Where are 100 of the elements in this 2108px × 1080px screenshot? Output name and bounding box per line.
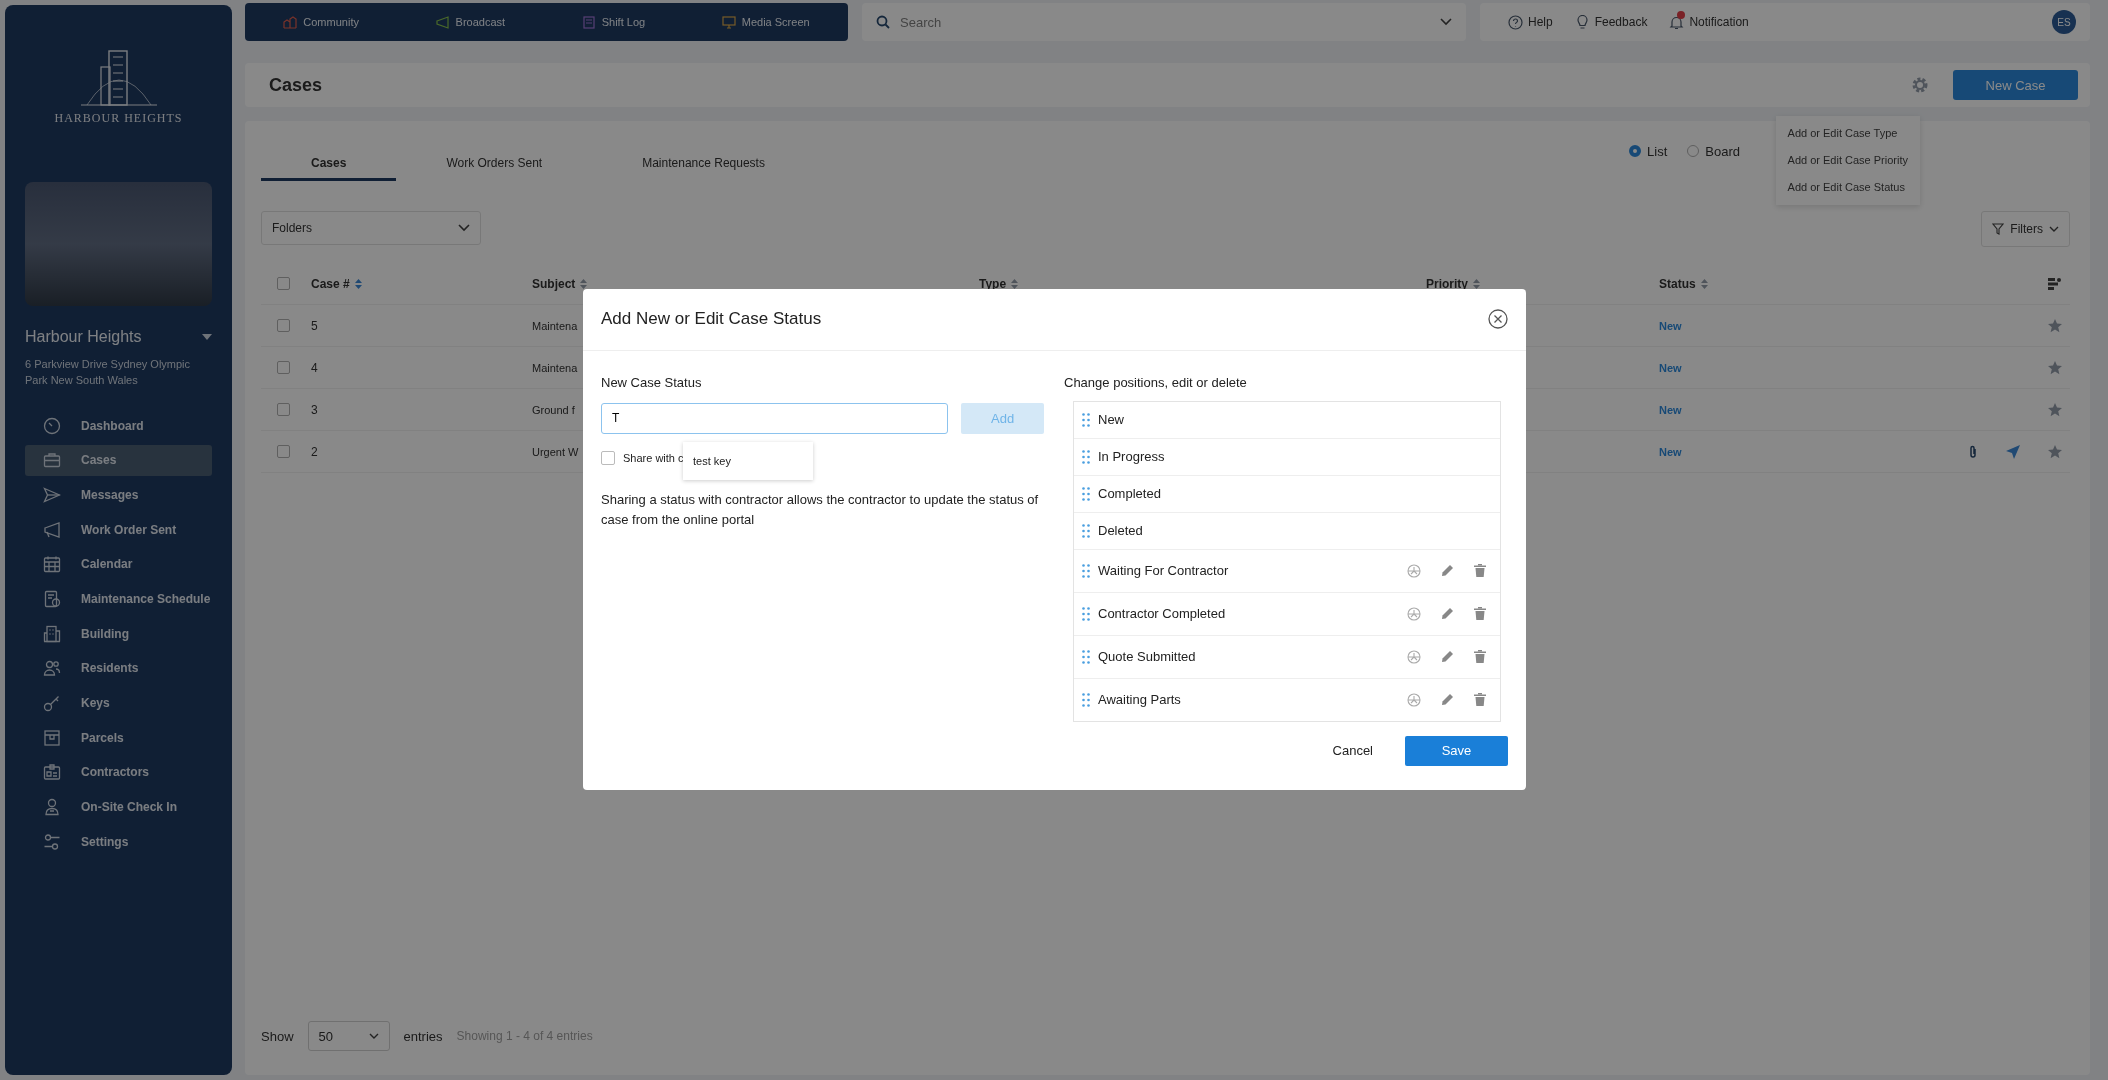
share-icon[interactable]	[1407, 649, 1421, 664]
send-icon[interactable]	[2006, 444, 2020, 459]
radio-button[interactable]	[1629, 145, 1642, 157]
pencil-icon[interactable]	[1441, 693, 1454, 707]
share-icon[interactable]	[1407, 563, 1421, 578]
status-row[interactable]: Waiting For Contractor	[1074, 549, 1500, 593]
status-row[interactable]: Completed	[1074, 475, 1500, 513]
settings-icon[interactable]	[1911, 76, 1929, 94]
suggestion-item[interactable]: test key	[693, 454, 731, 467]
column-header[interactable]: Status	[1659, 276, 1950, 291]
star-icon[interactable]	[2048, 444, 2062, 459]
status-link[interactable]: New	[1659, 319, 1682, 332]
nav-item[interactable]: Cases	[25, 444, 212, 476]
quick-link[interactable]: Community	[283, 15, 359, 29]
nav-item[interactable]: Dashboard	[25, 410, 212, 441]
quick-link[interactable]: Media Screen	[721, 15, 810, 29]
people-icon	[43, 659, 61, 678]
star-icon[interactable]	[2048, 360, 2062, 375]
header-action-link[interactable]: Help	[1508, 14, 1553, 30]
paperclip-icon[interactable]	[1968, 444, 1978, 459]
cancel-button[interactable]: Cancel	[1324, 737, 1381, 765]
row-checkbox[interactable]	[277, 403, 290, 416]
nav-item[interactable]: Maintenance Schedule	[25, 583, 212, 615]
share-icon[interactable]	[1407, 692, 1421, 707]
dropdown-caret-icon[interactable]	[202, 334, 212, 340]
user-avatar[interactable]: ES	[2052, 10, 2076, 34]
quick-link[interactable]: Shift Log	[581, 15, 646, 29]
drag-handle-icon[interactable]	[1082, 563, 1090, 578]
pencil-icon[interactable]	[1441, 564, 1454, 578]
send-icon	[43, 485, 61, 504]
status-link[interactable]: New	[1659, 445, 1682, 458]
close-icon[interactable]	[1488, 309, 1508, 330]
pencil-icon[interactable]	[1441, 650, 1454, 664]
bell-icon	[1669, 14, 1685, 30]
nav-item[interactable]: Messages	[25, 479, 212, 511]
status-row[interactable]: In Progress	[1074, 438, 1500, 476]
quick-link[interactable]: Broadcast	[435, 15, 506, 29]
nav-item[interactable]: On-Site Check In	[25, 791, 212, 823]
columns-settings-icon[interactable]	[2048, 277, 2062, 290]
tab[interactable]: Maintenance Requests	[592, 156, 815, 181]
status-row[interactable]: Contractor Completed	[1074, 592, 1500, 636]
trash-icon[interactable]	[1474, 693, 1486, 707]
status-link[interactable]: New	[1659, 403, 1682, 416]
calendar-icon	[43, 555, 61, 574]
tab[interactable]: Cases	[261, 156, 397, 181]
search-input[interactable]: Search	[898, 13, 1432, 31]
column-header[interactable]: Case #	[311, 276, 532, 291]
trash-icon[interactable]	[1474, 564, 1486, 578]
nav-item[interactable]: Building	[25, 618, 212, 650]
star-icon[interactable]	[2048, 318, 2062, 333]
nav-item[interactable]: Work Order Sent	[25, 514, 212, 546]
drag-handle-icon[interactable]	[1082, 412, 1090, 427]
status-row[interactable]: Awaiting Parts	[1074, 678, 1500, 721]
row-checkbox[interactable]	[277, 361, 290, 374]
row-checkbox[interactable]	[277, 445, 290, 458]
header-action-link[interactable]: Notification	[1669, 14, 1749, 30]
drag-handle-icon[interactable]	[1082, 449, 1090, 464]
share-icon[interactable]	[1407, 606, 1421, 621]
star-icon[interactable]	[2048, 402, 2062, 417]
subject-text: Maintena	[532, 361, 578, 374]
column-header[interactable]: Subject	[532, 276, 979, 291]
nav-item[interactable]: Settings	[25, 826, 212, 858]
folders-dropdown[interactable]: Folders	[261, 211, 481, 245]
row-checkbox[interactable]	[277, 319, 290, 332]
briefcase-icon	[43, 451, 61, 470]
save-button[interactable]: Save	[1405, 735, 1508, 766]
drag-handle-icon[interactable]	[1082, 486, 1090, 501]
case-status-input[interactable]: T	[601, 402, 949, 434]
building-icon	[43, 624, 61, 643]
nav-item[interactable]: Residents	[25, 652, 212, 684]
menu-item[interactable]: Add or Edit Case Priority	[1775, 147, 1920, 174]
menu-item[interactable]: Add or Edit Case Type	[1775, 120, 1920, 147]
filters-button[interactable]: Filters	[1981, 211, 2070, 247]
nav-item[interactable]: Keys	[25, 687, 212, 719]
header-action-link[interactable]: Feedback	[1574, 14, 1648, 30]
nav-item[interactable]: Parcels	[25, 722, 212, 754]
column-header[interactable]: Priority	[1426, 276, 1659, 291]
sliders-icon	[43, 832, 61, 851]
tab[interactable]: Work Orders Sent	[396, 156, 593, 181]
drag-handle-icon[interactable]	[1082, 649, 1090, 664]
status-row[interactable]: New	[1074, 401, 1500, 439]
drag-handle-icon[interactable]	[1082, 523, 1090, 538]
share-label: Share with c	[623, 451, 684, 464]
nav-item[interactable]: Calendar	[25, 548, 212, 580]
drag-handle-icon[interactable]	[1082, 606, 1090, 621]
pencil-icon[interactable]	[1441, 607, 1454, 621]
search-field[interactable]: Search	[862, 3, 1466, 41]
page-size-dropdown[interactable]: 50	[307, 1021, 390, 1051]
share-checkbox[interactable]	[601, 450, 615, 465]
trash-icon[interactable]	[1474, 650, 1486, 664]
chevron-down-icon	[2049, 226, 2059, 232]
drag-handle-icon[interactable]	[1082, 692, 1090, 707]
status-link[interactable]: New	[1659, 361, 1682, 374]
new-case-button[interactable]: New Case	[1953, 70, 2078, 100]
status-row[interactable]: Deleted	[1074, 512, 1500, 550]
status-row[interactable]: Quote Submitted	[1074, 635, 1500, 679]
select-all-checkbox[interactable]	[277, 277, 290, 290]
menu-item[interactable]: Add or Edit Case Status	[1775, 174, 1920, 201]
trash-icon[interactable]	[1474, 607, 1486, 621]
nav-item[interactable]: Contractors	[25, 756, 212, 788]
